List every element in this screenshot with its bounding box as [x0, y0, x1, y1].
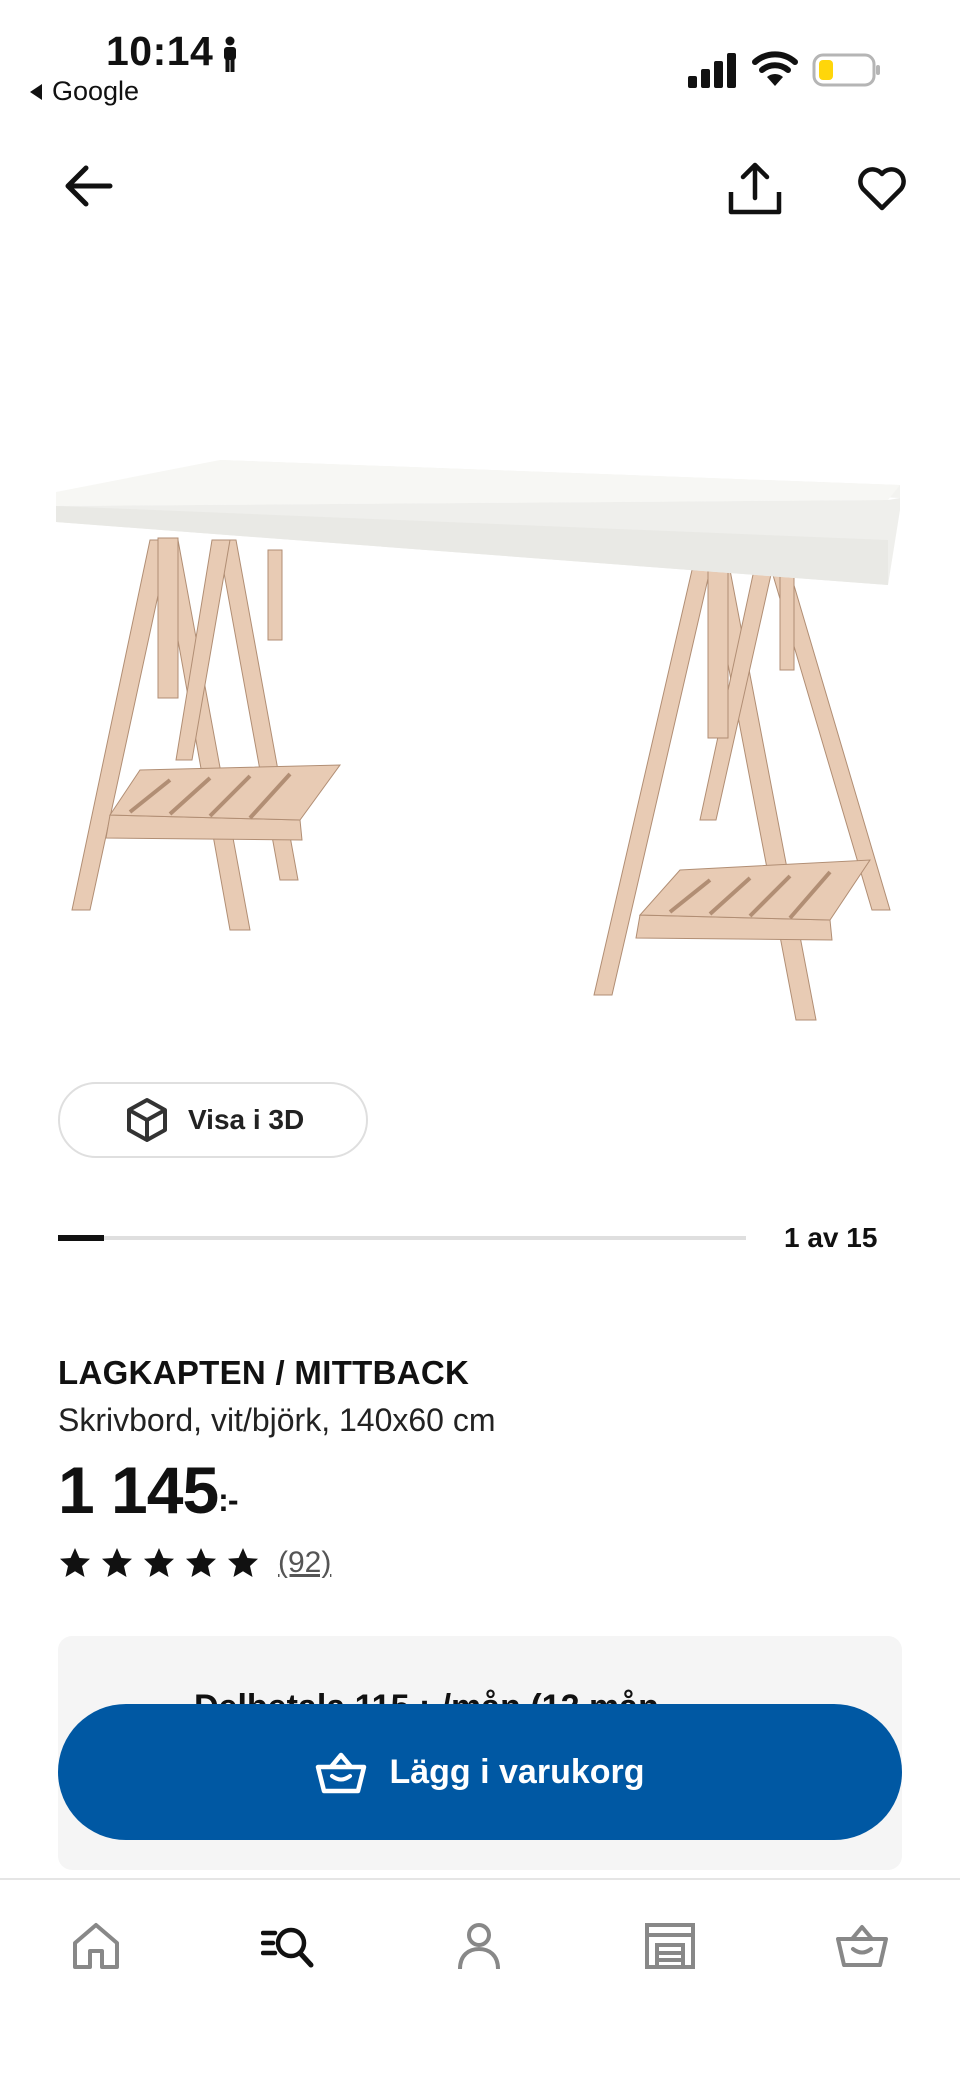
product-image[interactable]: [40, 440, 920, 1030]
star-icon: [102, 1548, 132, 1577]
product-description: Skrivbord, vit/björk, 140x60 cm: [58, 1402, 496, 1438]
rating-stars[interactable]: [58, 1546, 260, 1580]
price-suffix: :-: [218, 1482, 238, 1518]
add-to-cart-button[interactable]: Lägg i varukorg: [58, 1704, 902, 1840]
back-to-app-link[interactable]: Google: [30, 76, 139, 107]
arrow-left-icon[interactable]: [62, 160, 114, 212]
heart-icon[interactable]: [856, 162, 908, 214]
product-price: 1 145 :-: [58, 1452, 239, 1528]
basket-icon: [316, 1752, 367, 1794]
cellular-signal-icon: [688, 53, 736, 88]
wifi-icon: [752, 51, 798, 86]
carousel-progress-track[interactable]: [58, 1235, 746, 1241]
carousel-pager: 1 av 15: [784, 1222, 878, 1253]
left-trestle: [71, 537, 342, 931]
tab-profile[interactable]: [447, 1914, 511, 1978]
cube-3d-icon: [127, 1098, 167, 1142]
review-count-link[interactable]: (92): [278, 1546, 331, 1580]
home-icon: [73, 1923, 119, 1969]
star-icon: [228, 1548, 258, 1577]
view-in-3d-button[interactable]: Visa i 3D: [58, 1082, 368, 1158]
star-icon: [144, 1548, 174, 1577]
back-triangle-icon: [30, 83, 42, 100]
share-icon[interactable]: [726, 160, 784, 218]
right-trestle: [593, 564, 891, 1021]
status-time: 10:14: [106, 28, 214, 74]
bottom-tab-bar: [0, 1878, 960, 2083]
view-in-3d-label: Visa i 3D: [188, 1104, 305, 1135]
star-icon: [60, 1548, 90, 1577]
tab-search[interactable]: [256, 1914, 320, 1978]
tab-store[interactable]: [638, 1914, 702, 1978]
cart-icon: [836, 1925, 888, 1967]
profile-icon: [458, 1923, 500, 1970]
tab-cart[interactable]: [830, 1914, 894, 1978]
battery-icon: [812, 53, 880, 87]
back-app-label: Google: [52, 76, 140, 106]
person-icon: [224, 36, 236, 72]
star-icon: [186, 1548, 216, 1577]
store-icon: [645, 1923, 695, 1969]
tab-home[interactable]: [64, 1914, 128, 1978]
product-name: LAGKAPTEN / MITTBACK: [58, 1354, 470, 1391]
carousel-progress-fill: [58, 1235, 104, 1241]
add-to-cart-label: Lägg i varukorg: [389, 1752, 645, 1791]
search-icon: [261, 1927, 314, 1968]
price-value: 1 145: [58, 1453, 219, 1527]
